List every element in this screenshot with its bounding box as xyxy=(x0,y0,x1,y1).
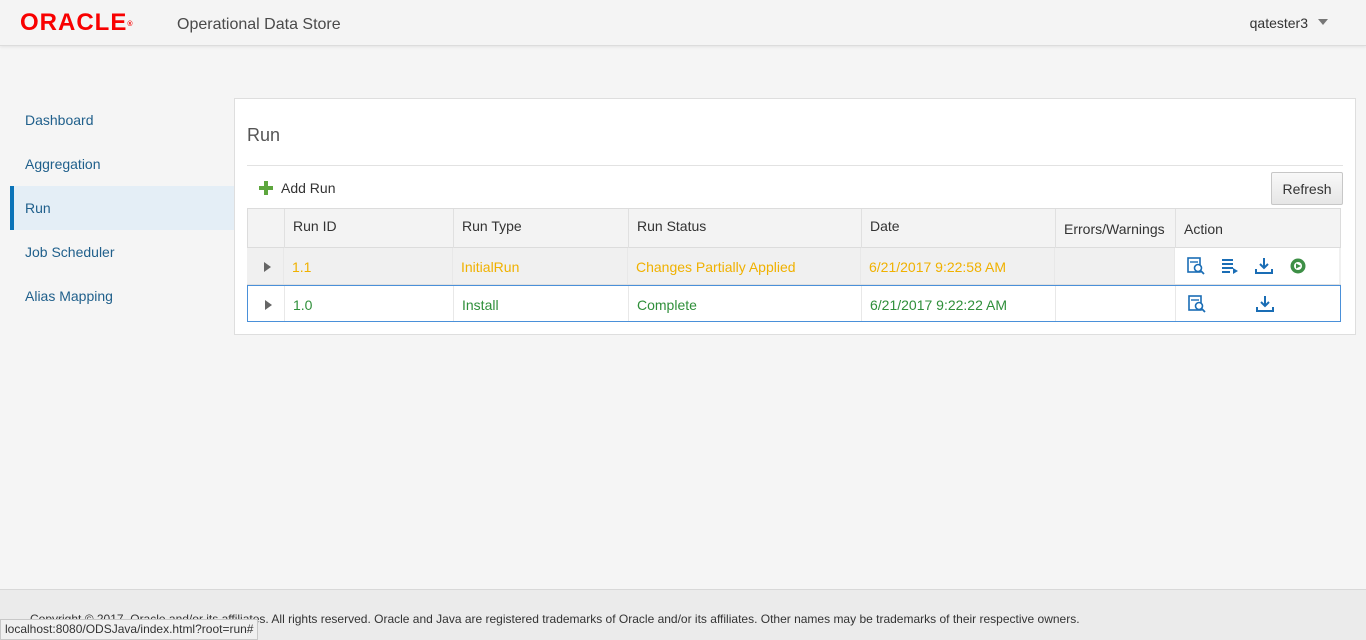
column-header-run-status[interactable]: Run Status xyxy=(628,209,861,248)
view-details-icon[interactable] xyxy=(1187,257,1205,275)
app-title: Operational Data Store xyxy=(177,16,341,33)
nav-item-job-scheduler[interactable]: Job Scheduler xyxy=(10,230,234,274)
nav-item-alias-mapping[interactable]: Alias Mapping xyxy=(10,274,234,318)
view-log-icon[interactable] xyxy=(1221,257,1239,275)
refresh-button[interactable]: Refresh xyxy=(1271,172,1343,205)
cell-run-id: 1.1 xyxy=(283,248,452,284)
table-header: Run ID Run Type Run Status Date Errors/W… xyxy=(247,208,1341,248)
nav-item-run[interactable]: Run xyxy=(10,186,234,230)
add-run-button[interactable]: Add Run xyxy=(259,177,335,199)
expander-column-header xyxy=(248,209,284,248)
column-header-date[interactable]: Date xyxy=(861,209,1055,248)
cell-run-type: InitialRun xyxy=(452,248,627,284)
nav-item-dashboard[interactable]: Dashboard xyxy=(10,98,234,142)
resume-icon[interactable] xyxy=(1289,257,1307,275)
divider xyxy=(247,165,1343,166)
cell-run-type: Install xyxy=(453,286,628,321)
add-run-label: Add Run xyxy=(281,180,336,196)
column-header-run-id[interactable]: Run ID xyxy=(284,209,453,248)
user-menu[interactable]: qatester3 xyxy=(1250,15,1308,31)
expand-row-icon[interactable] xyxy=(265,300,272,310)
run-panel: Run Add Run Refresh Run ID Run Type Run … xyxy=(234,98,1356,335)
table-row[interactable]: 1.0 Install Complete 6/21/2017 9:22:22 A… xyxy=(247,285,1341,322)
cell-errors xyxy=(1055,286,1175,321)
caret-down-icon[interactable] xyxy=(1318,17,1328,27)
column-header-run-type[interactable]: Run Type xyxy=(453,209,628,248)
cell-run-id: 1.0 xyxy=(284,286,453,321)
nav-item-aggregation[interactable]: Aggregation xyxy=(10,142,234,186)
cell-date: 6/21/2017 9:22:58 AM xyxy=(860,248,1054,284)
expand-row-icon[interactable] xyxy=(264,262,271,272)
cell-actions xyxy=(1174,248,1339,284)
view-details-icon[interactable] xyxy=(1188,295,1206,313)
download-icon[interactable] xyxy=(1256,295,1274,313)
page-title: Run xyxy=(247,125,281,145)
cell-run-status: Changes Partially Applied xyxy=(627,248,860,284)
run-table: Run ID Run Type Run Status Date Errors/W… xyxy=(247,208,1341,322)
cell-errors xyxy=(1054,248,1174,284)
cell-actions xyxy=(1175,286,1340,321)
column-header-action: Action xyxy=(1175,209,1340,248)
cell-run-status: Complete xyxy=(628,286,861,321)
download-icon[interactable] xyxy=(1255,257,1273,275)
app-header: ORACLE® Operational Data Store qatester3 xyxy=(0,0,1366,46)
oracle-logo[interactable]: ORACLE® xyxy=(20,9,133,37)
side-nav: Dashboard Aggregation Run Job Scheduler … xyxy=(10,98,234,318)
browser-status-url: localhost:8080/ODSJava/index.html?root=r… xyxy=(0,619,259,640)
cell-date: 6/21/2017 9:22:22 AM xyxy=(861,286,1055,321)
plus-icon xyxy=(259,181,273,195)
column-header-errors[interactable]: Errors/Warnings xyxy=(1055,209,1175,248)
table-row[interactable]: 1.1 InitialRun Changes Partially Applied… xyxy=(247,248,1341,285)
